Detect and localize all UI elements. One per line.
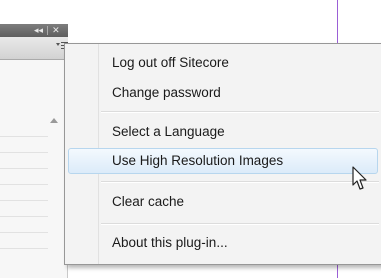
flyout-menu: Log out off Sitecore Change password Sel… xyxy=(64,43,381,265)
menu-separator xyxy=(101,223,379,225)
menu-separator xyxy=(101,111,379,113)
menu-item-change-password[interactable]: Change password xyxy=(112,80,221,106)
mouse-pointer-icon xyxy=(352,166,367,190)
menu-item-about[interactable]: About this plug-in... xyxy=(112,230,228,256)
panel-controls: ◂◂ | ✕ xyxy=(34,24,60,37)
menu-separator xyxy=(101,181,379,183)
close-icon[interactable]: ✕ xyxy=(52,26,60,36)
menu-item-clear-cache[interactable]: Clear cache xyxy=(112,189,184,215)
panel-list-lines xyxy=(0,136,48,264)
collapse-icon[interactable]: ◂◂ xyxy=(34,26,43,36)
scroll-up-icon[interactable] xyxy=(50,118,58,123)
menu-item-high-resolution[interactable]: Use High Resolution Images xyxy=(112,148,283,174)
menu-item-log-out[interactable]: Log out off Sitecore xyxy=(112,50,229,76)
menu-item-select-language[interactable]: Select a Language xyxy=(112,119,225,145)
separator: | xyxy=(46,25,50,36)
